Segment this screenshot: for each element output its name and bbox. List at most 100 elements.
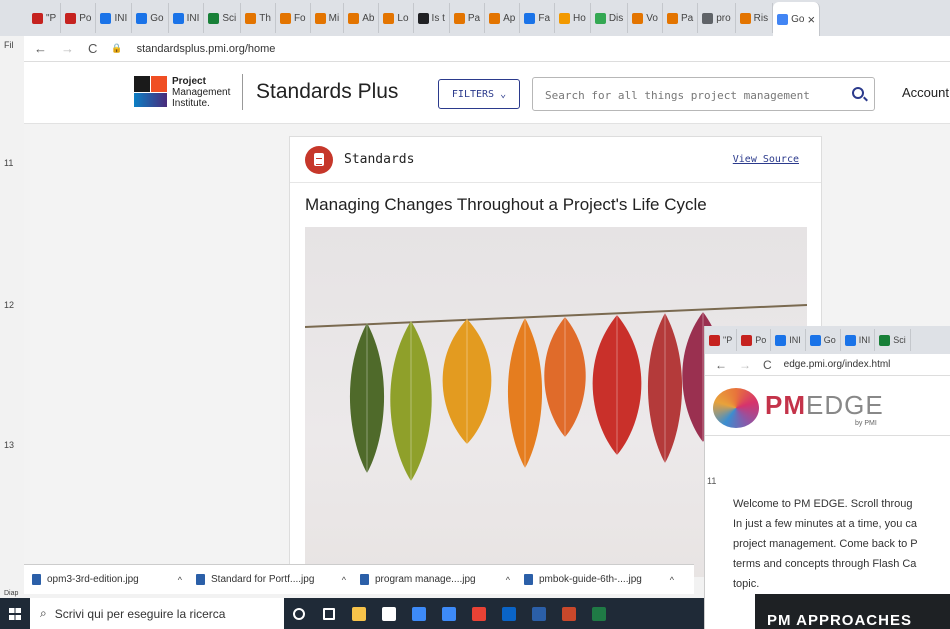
tab-label: Sci <box>893 335 906 345</box>
tab-label: INI <box>186 12 200 24</box>
cortana-icon[interactable] <box>284 598 314 629</box>
image-file-icon <box>360 574 369 585</box>
tab-label: Ris <box>753 12 769 24</box>
dropbox-icon[interactable] <box>404 598 434 629</box>
download-item[interactable]: Standard for Portf....jpg ^ <box>196 574 356 585</box>
browser-tab[interactable]: Fo <box>276 3 311 33</box>
popup-tab[interactable]: INI <box>841 329 876 351</box>
reload-icon[interactable]: C <box>88 41 97 56</box>
download-item[interactable]: opm3-3rd-edition.jpg ^ <box>32 574 192 585</box>
card-title[interactable]: Managing Changes Throughout a Project's … <box>305 195 707 215</box>
favicon-icon <box>594 12 606 24</box>
windows-start-icon[interactable] <box>0 598 30 629</box>
welcome-line: Welcome to PM EDGE. Scroll throug <box>733 498 913 510</box>
browser-tab[interactable]: Th <box>241 3 276 33</box>
tab-label: "P <box>723 335 733 345</box>
pmi-logo-text: Project Management Institute. <box>172 76 230 109</box>
chevron-up-icon[interactable]: ^ <box>506 575 510 585</box>
search-icon[interactable] <box>852 87 864 99</box>
browser-tab[interactable]: Pa <box>663 3 699 33</box>
chevron-up-icon[interactable]: ^ <box>178 575 182 585</box>
browser-tab[interactable]: Ab <box>344 3 380 33</box>
browser-tab[interactable]: Dis <box>591 3 629 33</box>
browser-tab[interactable]: INI <box>96 3 133 33</box>
popup-tab[interactable]: Go <box>806 329 841 351</box>
favicon-icon <box>245 12 257 24</box>
url-text[interactable]: standardsplus.pmi.org/home <box>137 43 276 55</box>
popup-url-text[interactable]: edge.pmi.org/index.html <box>784 359 891 370</box>
file-explorer-icon[interactable] <box>344 598 374 629</box>
document-icon <box>305 146 333 174</box>
taskbar-search[interactable]: ⌕ Scrivi qui per eseguire la ricerca <box>30 598 284 629</box>
pmi-logo[interactable] <box>134 76 168 108</box>
back-icon[interactable]: ← <box>715 358 727 372</box>
favicon-icon <box>314 12 326 24</box>
excel-icon[interactable] <box>584 598 614 629</box>
browser-tab[interactable]: "P <box>28 3 62 33</box>
pm-edge-header: PMEDGE by PMI <box>705 376 950 436</box>
favicon-icon <box>844 334 856 346</box>
tab-label: Go <box>823 335 836 345</box>
favicon-icon <box>777 13 789 25</box>
favicon-icon <box>32 12 43 24</box>
browser-tab[interactable]: Lo <box>379 3 414 33</box>
download-item[interactable]: pmbok-guide-6th-....jpg ^ <box>524 574 684 585</box>
browser-tab[interactable]: Pa <box>450 3 486 33</box>
download-name: program manage....jpg <box>375 574 476 585</box>
tab-label: Pa <box>467 12 481 24</box>
pm-edge-logo[interactable]: PMEDGE <box>765 390 884 421</box>
chevron-up-icon[interactable]: ^ <box>670 575 674 585</box>
logo-line-2: Management <box>172 87 231 98</box>
pm-approaches-banner[interactable]: PM APPROACHES <box>755 594 950 629</box>
popup-tab[interactable]: INI <box>771 329 806 351</box>
powerpoint-icon[interactable] <box>554 598 584 629</box>
favicon-icon <box>208 12 220 24</box>
chrome-icon[interactable] <box>464 598 494 629</box>
popup-tab[interactable]: Po <box>737 329 772 351</box>
browser-tab[interactable]: INI <box>169 3 205 33</box>
account-link[interactable]: Account <box>902 85 949 100</box>
brand-title[interactable]: Standards Plus <box>256 80 398 104</box>
string-line <box>305 304 807 328</box>
popup-tab[interactable]: Sci <box>875 329 911 351</box>
reload-icon[interactable]: C <box>763 358 772 372</box>
chevron-down-icon: ⌄ <box>500 88 507 100</box>
browser-tab[interactable]: Ap <box>485 3 521 33</box>
tab-label: Po <box>79 12 92 24</box>
tab-label: Go <box>150 12 164 24</box>
close-icon[interactable]: × <box>807 12 815 27</box>
browser-tab[interactable]: Vo <box>628 3 663 33</box>
tab-label: Po <box>755 335 767 345</box>
download-item[interactable]: program manage....jpg ^ <box>360 574 520 585</box>
forward-icon[interactable]: → <box>739 358 751 372</box>
favicon-icon <box>702 12 714 24</box>
image-file-icon <box>32 574 41 585</box>
search-input[interactable]: Search for all things project management <box>532 77 875 111</box>
view-source-link[interactable]: View Source <box>733 154 799 165</box>
forward-icon[interactable]: → <box>61 41 74 56</box>
filters-button[interactable]: FILTERS ⌄ <box>438 79 520 109</box>
favicon-icon <box>524 12 536 24</box>
browser-tab[interactable]: Ris <box>736 3 774 33</box>
address-bar: ← → C 🔒 standardsplus.pmi.org/home <box>24 36 950 62</box>
task-view-icon[interactable] <box>314 598 344 629</box>
browser-tab[interactable]: Mi <box>311 3 345 33</box>
browser-tab[interactable]: Go <box>132 3 169 33</box>
back-icon[interactable]: ← <box>34 41 47 56</box>
outlook-icon[interactable] <box>494 598 524 629</box>
browser-tab[interactable]: Sci <box>204 3 242 33</box>
word-icon[interactable] <box>524 598 554 629</box>
browser-tab[interactable]: Fa <box>520 3 556 33</box>
browser-tab[interactable]: Go × <box>773 2 821 36</box>
mail-icon[interactable] <box>434 598 464 629</box>
chevron-up-icon[interactable]: ^ <box>342 575 346 585</box>
browser-tab[interactable]: pro <box>698 3 736 33</box>
store-icon[interactable] <box>374 598 404 629</box>
browser-tab[interactable]: Ho <box>555 3 591 33</box>
popup-tab[interactable]: "P <box>705 329 738 351</box>
browser-tab[interactable]: Is t <box>414 3 450 33</box>
logo-pm: PM <box>765 390 806 420</box>
browser-tab[interactable]: Po <box>61 3 97 33</box>
tab-label: INI <box>789 335 801 345</box>
tab-label: Vo <box>646 12 658 24</box>
